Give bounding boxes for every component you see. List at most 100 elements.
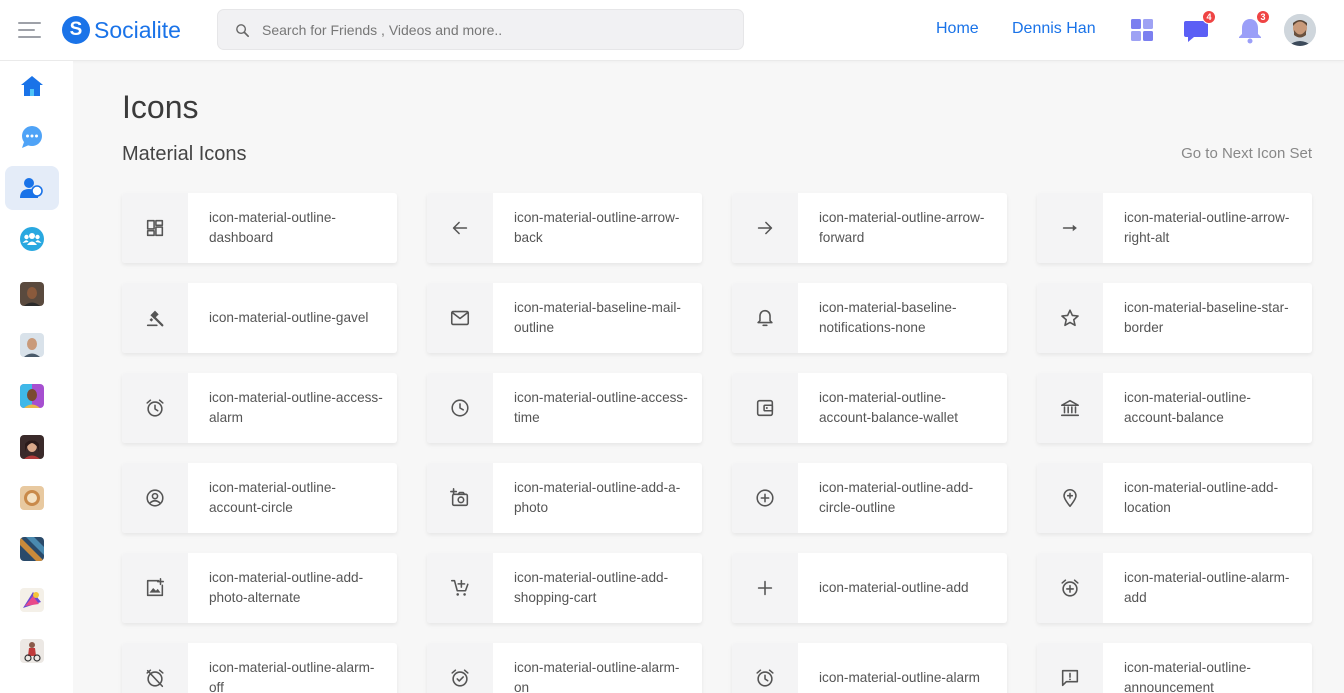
clock-icon xyxy=(451,399,469,417)
icon-card[interactable]: icon-material-outline-arrow-forward xyxy=(732,193,1007,263)
icon-preview xyxy=(122,283,188,353)
search-bar[interactable] xyxy=(217,9,744,50)
sidebar-contact-avatar[interactable] xyxy=(20,486,44,510)
icon-card-label: icon-material-outline-arrow-back xyxy=(514,210,680,245)
icon-card[interactable]: icon-material-outline-alarm-add xyxy=(1037,553,1312,623)
section-title: Material Icons xyxy=(122,143,247,165)
icon-card-label: icon-material-outline-gavel xyxy=(209,310,369,325)
icon-card[interactable]: icon-material-baseline-notifications-non… xyxy=(732,283,1007,353)
nav-home-link[interactable]: Home xyxy=(936,20,979,38)
add-shopping-cart-icon xyxy=(450,579,469,596)
icon-card-label: icon-material-outline-dashboard xyxy=(209,210,336,245)
menu-toggle-icon[interactable] xyxy=(18,21,41,39)
icon-card[interactable]: icon-material-outline-arrow-back xyxy=(427,193,702,263)
arrow-back-icon xyxy=(452,221,468,235)
icon-card[interactable]: icon-material-baseline-star-border xyxy=(1037,283,1312,353)
icon-preview xyxy=(122,553,188,623)
notification-bell-icon xyxy=(757,309,773,327)
alarm-off-icon xyxy=(146,669,164,688)
nav-profile-link[interactable]: Dennis Han xyxy=(1012,20,1096,38)
icon-preview xyxy=(1037,553,1103,623)
icon-preview xyxy=(732,643,798,693)
sidebar-item-home[interactable] xyxy=(5,64,59,108)
sidebar-contact-avatar[interactable] xyxy=(20,639,44,663)
alarm-icon xyxy=(756,669,774,687)
messages-icon[interactable]: 4 xyxy=(1182,10,1216,44)
icon-preview xyxy=(427,283,493,353)
apps-grid-icon[interactable] xyxy=(1128,16,1156,44)
notifications-badge: 3 xyxy=(1256,10,1270,24)
plus-icon xyxy=(757,580,773,596)
add-location-icon xyxy=(1063,488,1077,508)
icon-card-label: icon-material-outline-add-photo-alternat… xyxy=(209,570,364,605)
search-icon xyxy=(236,24,250,38)
sidebar-contact-avatar[interactable] xyxy=(20,435,44,459)
star-icon xyxy=(1061,309,1079,327)
account-circle-icon xyxy=(146,489,164,507)
sidebar-contact-avatar[interactable] xyxy=(20,282,44,306)
icon-card-label: icon-material-outline-add xyxy=(819,580,969,595)
icon-card[interactable]: icon-material-outline-add-photo-alternat… xyxy=(122,553,397,623)
icon-card[interactable]: icon-material-outline-dashboard xyxy=(122,193,397,263)
left-sidebar xyxy=(0,61,73,693)
icon-card[interactable]: icon-material-outline-gavel xyxy=(122,283,397,353)
icon-preview xyxy=(732,283,798,353)
icon-card-label: icon-material-outline-arrow-forward xyxy=(819,210,985,245)
icon-preview xyxy=(427,463,493,533)
icon-card[interactable]: icon-material-baseline-mail-outline xyxy=(427,283,702,353)
dashboard-icon xyxy=(146,219,164,237)
icon-card[interactable]: icon-material-outline-add-circle-outline xyxy=(732,463,1007,533)
icon-card-label: icon-material-outline-account-circle xyxy=(209,480,336,515)
sidebar-item-friends[interactable] xyxy=(5,166,59,210)
friends-icon xyxy=(20,178,43,198)
icon-card[interactable]: icon-material-outline-alarm-off xyxy=(122,643,397,693)
icon-card-label: icon-material-baseline-star-border xyxy=(1124,300,1289,335)
icon-card[interactable]: icon-material-outline-access-alarm xyxy=(122,373,397,443)
icon-card-label: icon-material-outline-account-balance-wa… xyxy=(819,390,959,425)
sidebar-contact-avatar[interactable] xyxy=(20,588,44,612)
add-photo-icon xyxy=(450,488,469,507)
icon-preview xyxy=(427,643,493,693)
icon-preview xyxy=(732,193,798,263)
search-input[interactable] xyxy=(262,10,732,49)
icon-card[interactable]: icon-material-outline-announcement xyxy=(1037,643,1312,693)
icon-card[interactable]: icon-material-outline-add-shopping-cart xyxy=(427,553,702,623)
icon-preview xyxy=(732,373,798,443)
icon-card[interactable]: icon-material-outline-account-balance-wa… xyxy=(732,373,1007,443)
add-circle-icon xyxy=(756,489,774,507)
sidebar-contact-avatar[interactable] xyxy=(20,333,44,357)
user-avatar[interactable] xyxy=(1284,14,1316,46)
icon-preview xyxy=(427,193,493,263)
sidebar-contact-avatar[interactable] xyxy=(20,537,44,561)
icon-preview xyxy=(1037,643,1103,693)
icon-card[interactable]: icon-material-outline-alarm-on xyxy=(427,643,702,693)
notifications-icon[interactable]: 3 xyxy=(1236,10,1270,44)
icon-card-label: icon-material-outline-add-shopping-cart xyxy=(514,570,669,605)
icon-card[interactable]: icon-material-outline-account-balance xyxy=(1037,373,1312,443)
icon-card-label: icon-material-baseline-mail-outline xyxy=(514,300,681,335)
icon-card[interactable]: icon-material-outline-access-time xyxy=(427,373,702,443)
brand-logo-badge: S xyxy=(62,16,90,44)
icon-card-label: icon-material-outline-alarm-on xyxy=(514,660,680,693)
announcement-icon xyxy=(1061,669,1079,687)
alarm-add-icon xyxy=(1061,579,1079,597)
icon-preview xyxy=(122,463,188,533)
icon-card[interactable]: icon-material-outline-account-circle xyxy=(122,463,397,533)
icon-card[interactable]: icon-material-outline-add-location xyxy=(1037,463,1312,533)
sidebar-contact-avatar[interactable] xyxy=(20,384,44,408)
alarm-clock-icon xyxy=(146,399,164,417)
icon-card[interactable]: icon-material-outline-alarm xyxy=(732,643,1007,693)
icon-card[interactable]: icon-material-outline-arrow-right-alt xyxy=(1037,193,1312,263)
add-photo-alternate-icon xyxy=(146,578,165,597)
icon-card-label: icon-material-outline-alarm-add xyxy=(1124,570,1290,605)
sidebar-item-groups[interactable] xyxy=(5,217,59,261)
icon-card-label: icon-material-baseline-notifications-non… xyxy=(819,300,957,335)
chat-icon xyxy=(22,126,42,148)
sidebar-item-chat[interactable] xyxy=(5,115,59,159)
icon-card-label: icon-material-outline-alarm xyxy=(819,670,980,685)
next-icon-set-link[interactable]: Go to Next Icon Set xyxy=(1181,145,1312,162)
icon-card[interactable]: icon-material-outline-add xyxy=(732,553,1007,623)
icon-card-label: icon-material-outline-add-location xyxy=(1124,480,1279,515)
brand-logo[interactable]: S Socialite xyxy=(62,15,181,45)
icon-card[interactable]: icon-material-outline-add-a-photo xyxy=(427,463,702,533)
